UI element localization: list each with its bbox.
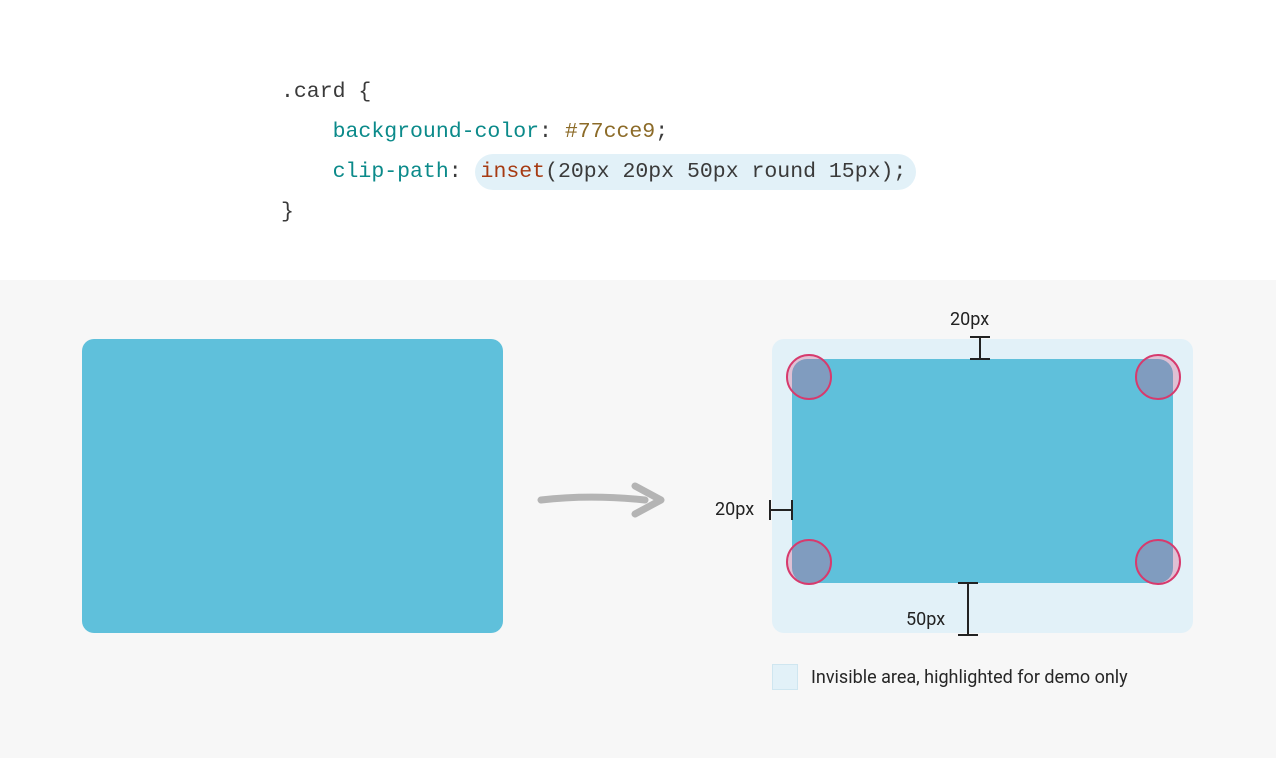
css-function-args: (20px 20px 50px round 15px) bbox=[545, 160, 893, 184]
css-code: .card { background-color: #77cce9; clip-… bbox=[281, 32, 916, 232]
inset-top-label: 20px bbox=[950, 309, 989, 330]
highlighted-value: inset(20px 20px 50px round 15px); bbox=[475, 154, 917, 190]
figure-stage: .card { background-color: #77cce9; clip-… bbox=[0, 0, 1276, 758]
semicolon-1: ; bbox=[655, 120, 668, 144]
card-before bbox=[82, 339, 503, 633]
legend: Invisible area, highlighted for demo onl… bbox=[772, 664, 1128, 690]
corner-radius-marker-top-left bbox=[786, 354, 832, 400]
card-after-visible bbox=[792, 359, 1173, 583]
inset-bottom-label: 50px bbox=[906, 609, 945, 630]
brace-close: } bbox=[281, 200, 294, 224]
corner-radius-marker-bottom-right bbox=[1135, 539, 1181, 585]
legend-text: Invisible area, highlighted for demo onl… bbox=[811, 667, 1128, 688]
legend-swatch bbox=[772, 664, 798, 690]
measure-bracket-left bbox=[769, 499, 793, 521]
measure-bracket-top bbox=[969, 336, 991, 360]
brace-open: { bbox=[346, 80, 372, 104]
css-selector: .card bbox=[281, 80, 346, 104]
corner-radius-marker-bottom-left bbox=[786, 539, 832, 585]
css-hex-value: #77cce9 bbox=[565, 120, 655, 144]
css-function-name: inset bbox=[481, 160, 546, 184]
measure-bracket-bottom bbox=[957, 582, 979, 636]
card-after-highlight bbox=[772, 339, 1193, 633]
code-area: .card { background-color: #77cce9; clip-… bbox=[0, 0, 1276, 280]
colon-2: : bbox=[449, 160, 462, 184]
inset-left-label: 20px bbox=[715, 499, 754, 520]
corner-radius-marker-top-right bbox=[1135, 354, 1181, 400]
semicolon-2: ; bbox=[893, 160, 906, 184]
arrow-icon bbox=[535, 472, 669, 528]
demo-area: 20px 20px 50px bbox=[0, 280, 1276, 758]
css-property-2: clip-path bbox=[333, 160, 449, 184]
colon-1: : bbox=[539, 120, 552, 144]
css-property-1: background-color bbox=[333, 120, 539, 144]
